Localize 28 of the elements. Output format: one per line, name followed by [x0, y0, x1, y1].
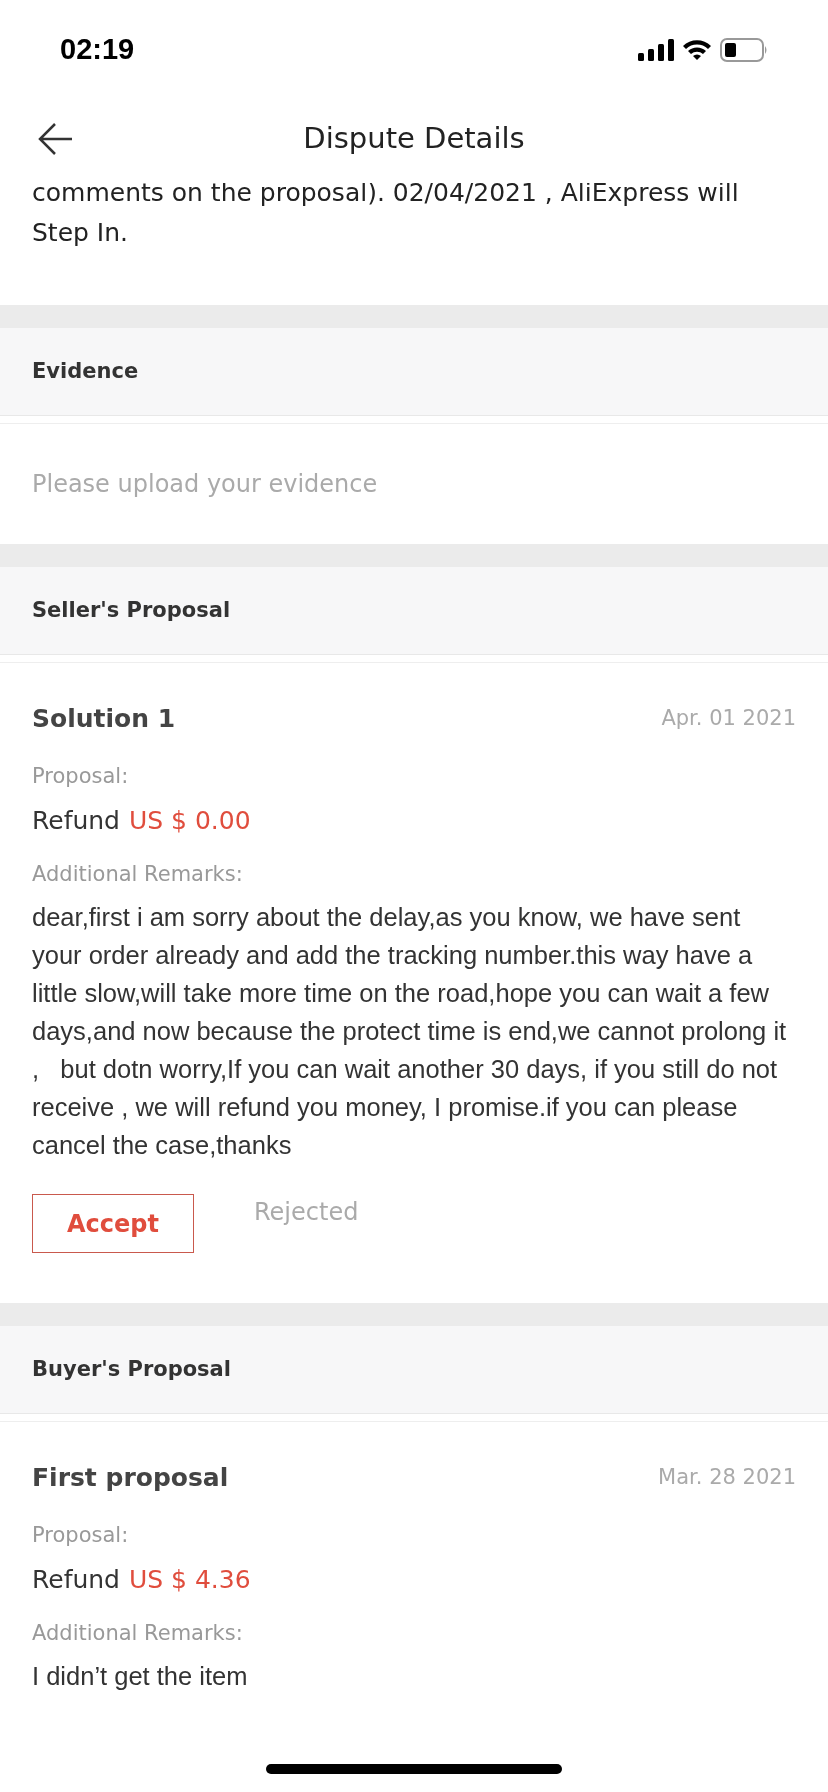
evidence-field[interactable]: Please upload your evidence	[32, 466, 796, 502]
field-label: Additional Remarks:	[32, 860, 244, 888]
notice-text: comments on the proposal). 02/04/2021 , AliExpress will	[32, 177, 740, 209]
refund-label: Refund	[32, 804, 120, 837]
field-label: Proposal:	[32, 1522, 130, 1549]
field-label: Proposal:	[32, 763, 130, 790]
accept-button[interactable]: Accept	[32, 1194, 194, 1253]
field-label: Additional Remarks:	[32, 1619, 244, 1647]
notice-text: Step In.	[32, 217, 130, 249]
refund-amount: US $ 0.00	[129, 804, 251, 837]
status-time: 02:19	[60, 31, 135, 67]
section-title: Buyer's Proposal	[32, 1355, 231, 1383]
signal-icon	[638, 38, 674, 61]
section-title: Seller's Proposal	[32, 596, 231, 624]
refund-amount: US $ 4.36	[129, 1563, 251, 1596]
page-title: Dispute Details	[303, 120, 525, 158]
remarks-text: I didn’t get the item	[32, 1661, 249, 1692]
section-title: Evidence	[32, 357, 139, 385]
proposal-name: Solution 1	[32, 703, 176, 736]
refund-label: Refund	[32, 1563, 120, 1596]
reject-link[interactable]: Rejected	[254, 1194, 359, 1230]
proposal-date: Apr. 01 2021	[661, 705, 796, 733]
proposal-date: Mar. 28 2021	[658, 1464, 796, 1492]
proposal-name: First proposal	[32, 1462, 229, 1495]
wifi-icon	[682, 38, 712, 61]
back-arrow-icon[interactable]	[38, 122, 74, 156]
battery-icon	[720, 37, 768, 62]
remarks-text: dear,first i am sorry about the delay,as you know, we have sent your order already and add the tracking number.this way have a little slow,will take more time on the road,hope you can wait a few days,and now because the protect time is end,we cannot prolong it , but dotn worry,If you can wait another 30 days, if you still do not receive , we will refund you money, I promise.if you can please cancel the case,thanks	[32, 902, 788, 1161]
